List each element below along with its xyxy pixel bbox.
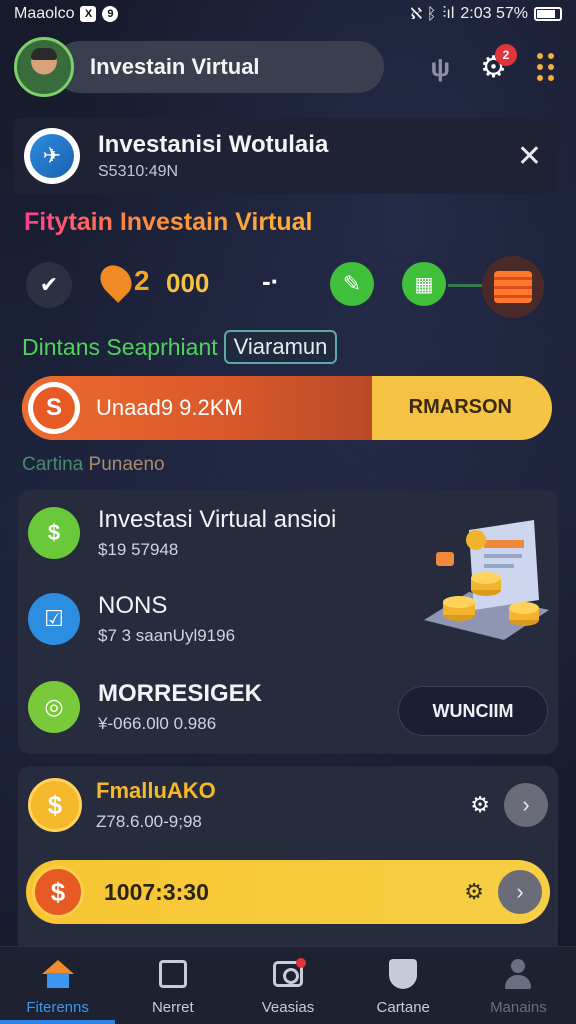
plane-icon: ✈ — [30, 134, 74, 178]
nav-label: Manains — [490, 999, 547, 1016]
balance-title: FmalluAKO — [96, 778, 216, 803]
dollar-coin-icon: $ — [28, 507, 80, 559]
notification-app-icon: 9 — [102, 6, 119, 22]
nav-label: Nerret — [151, 999, 194, 1016]
signal-icon: ⫶ıl — [442, 5, 455, 22]
carrier-name: Maaolco — [14, 5, 75, 22]
coin-stack-icon[interactable] — [482, 256, 544, 318]
x-app-icon: X — [80, 6, 97, 22]
person-icon — [503, 959, 533, 989]
nav-item-profile[interactable]: Manains — [461, 947, 576, 1024]
balance-subtitle: Z78.6.00-9;98 — [96, 812, 202, 831]
list-item[interactable]: $ Investasi Virtual ansioi $19 57948 — [28, 506, 336, 560]
time-battery-text: 2:03 57% — [460, 5, 528, 22]
app-header: Investain Virtual ψ ⚙ 2 — [14, 36, 562, 98]
document-icon[interactable]: ▦ — [402, 262, 446, 306]
square-icon — [158, 960, 187, 988]
subtle-section-label: Cartina Punaeno — [22, 454, 165, 475]
progress-action-button[interactable]: RMARSON — [409, 396, 512, 419]
list-item-subtitle: $19 57948 — [98, 540, 179, 559]
avatar[interactable] — [14, 37, 74, 97]
target-coin-icon: ◎ — [28, 681, 80, 733]
list-item[interactable]: ◎ MORRESIGEK ¥-066.0l0 0.986 — [28, 680, 262, 734]
laptop-coins-illustration — [424, 520, 549, 640]
nav-item-camera[interactable]: Veasias — [230, 947, 345, 1024]
edit-icon[interactable]: ✎ — [330, 262, 374, 306]
camera-icon — [273, 958, 306, 987]
list-item-subtitle: ¥-066.0l0 0.986 — [98, 714, 217, 733]
list-item-title: MORRESIGEK — [98, 680, 263, 707]
tag-box[interactable]: Viaramun — [223, 330, 338, 364]
settings-icon[interactable]: ⚙ — [464, 879, 484, 905]
dollar-coin-icon: $ — [32, 866, 84, 918]
timer-text: 1007:3:30 — [104, 878, 209, 905]
promo-banner[interactable]: ✈ Investanisi Wotulaia S5310:49N ✕ — [14, 118, 558, 194]
checkbox-icon: ☑ — [28, 593, 80, 645]
card-action-button[interactable]: WUNCIIM — [398, 686, 548, 736]
home-icon — [41, 960, 74, 988]
check-icon[interactable]: ✔ — [26, 262, 72, 308]
nav-item-security[interactable]: Cartane — [346, 947, 461, 1024]
app-title: Investain Virtual — [90, 54, 260, 79]
location-coin-icon[interactable]: 2 — [94, 259, 150, 303]
nav-item-news[interactable]: Nerret — [115, 947, 230, 1024]
list-item-subtitle: $7 3 saanUyl9196 — [98, 626, 236, 645]
amount-value: 000 — [166, 268, 210, 298]
list-item-title: NONS — [98, 592, 168, 619]
list-item-title: Investasi Virtual ansioi — [98, 506, 337, 533]
shield-icon — [389, 959, 418, 989]
notification-count-badge: 2 — [495, 43, 517, 66]
settings-gear-icon[interactable]: ⚙ 2 — [480, 43, 517, 85]
progress-text: Unaad9 9.2KM — [96, 395, 243, 420]
timer-bar[interactable]: $ 1007:3:30 ⚙ › — [26, 860, 550, 924]
green-label: Dintans Seaprhiant — [22, 333, 218, 360]
nav-label: Cartane — [376, 999, 430, 1016]
progress-coin-icon: S — [28, 382, 80, 434]
banner-title: Investanisi Wotulaia — [98, 131, 329, 158]
section-title: Fitytain Investain Virtual — [24, 208, 313, 236]
status-bar: Maaolco X 9 ℵ ᛒ ⫶ıl 2:03 57% — [0, 0, 576, 28]
filter-icon[interactable]: ψ — [431, 52, 451, 83]
dollar-coin-icon: $ — [28, 778, 82, 832]
battery-icon — [534, 7, 562, 21]
close-icon[interactable]: ✕ — [517, 139, 542, 174]
menu-dots-icon[interactable] — [537, 53, 554, 81]
nav-label: Fiterenns — [26, 999, 89, 1016]
header-title-pill[interactable]: Investain Virtual — [54, 41, 384, 93]
settings-icon[interactable]: ⚙ — [470, 792, 490, 818]
banner-subtitle: S5310:49N — [98, 163, 179, 180]
chevron-right-icon[interactable]: › — [504, 783, 548, 827]
quick-action-row: ✔ 2 000 -· ✎ ▦ — [24, 256, 554, 318]
banner-logo: ✈ — [24, 128, 80, 184]
status-icons: ℵ ᛒ — [410, 6, 437, 23]
investment-list-card: $ Investasi Virtual ansioi $19 57948 ☑ N… — [18, 490, 558, 754]
chevron-right-icon[interactable]: › — [498, 870, 542, 914]
nav-item-home[interactable]: Fiterenns — [0, 947, 116, 1024]
coin-number: 2 — [134, 265, 150, 296]
balance-row[interactable]: $ FmalluAKO Z78.6.00-9;98 ⚙ › — [28, 778, 548, 832]
label-row: Dintans Seaprhiant Viaramun — [22, 330, 338, 364]
connector-line — [448, 284, 484, 287]
dash-separator: -· — [262, 266, 280, 296]
balance-card: $ FmalluAKO Z78.6.00-9;98 ⚙ › $ 1007:3:3… — [18, 766, 558, 956]
list-item[interactable]: ☑ NONS $7 3 saanUyl9196 — [28, 592, 235, 646]
nav-label: Veasias — [261, 999, 315, 1016]
progress-bar[interactable]: S Unaad9 9.2KM RMARSON — [22, 376, 552, 440]
bottom-navigation: Fiterenns Nerret Veasias Cartane Manains — [0, 946, 576, 1024]
